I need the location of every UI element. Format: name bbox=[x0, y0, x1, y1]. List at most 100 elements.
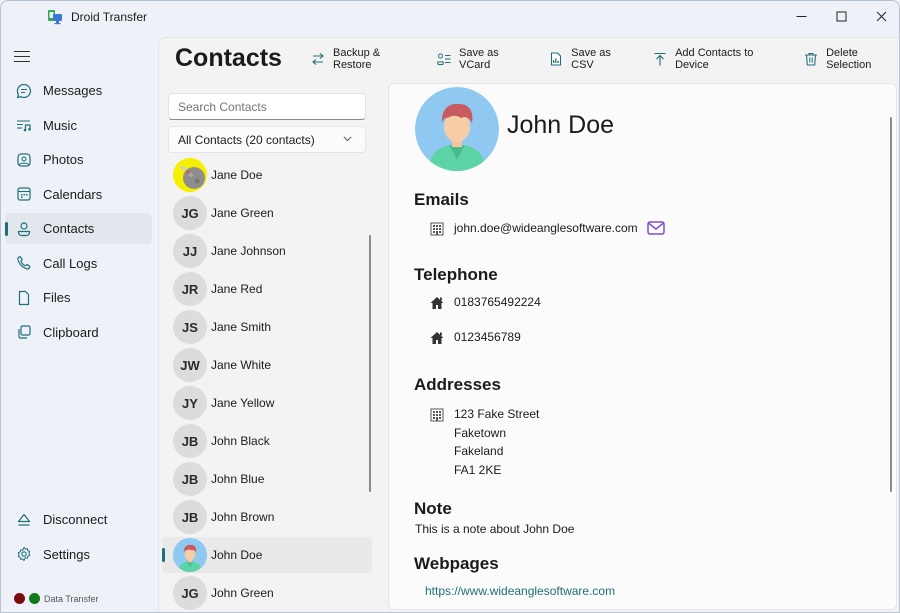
csv-file-icon bbox=[549, 52, 563, 66]
sidebar-item-messages[interactable]: Messages bbox=[5, 75, 152, 106]
contact-name: Jane Green bbox=[211, 206, 274, 220]
avatar-initials: JR bbox=[173, 272, 207, 306]
sidebar-item-calendars[interactable]: Calendars bbox=[5, 179, 152, 210]
settings-label: Settings bbox=[43, 546, 90, 562]
chevron-down-icon bbox=[343, 134, 352, 145]
filter-selected-value: All Contacts (20 contacts) bbox=[178, 132, 315, 147]
avatar-initials: JB bbox=[173, 500, 207, 534]
message-icon bbox=[14, 81, 34, 101]
phone-icon bbox=[14, 253, 34, 273]
contact-list-scrollbar[interactable] bbox=[369, 235, 371, 492]
emails-heading: Emails bbox=[414, 190, 469, 209]
phone-row: 0183765492224 bbox=[429, 295, 541, 311]
close-button[interactable] bbox=[861, 1, 899, 31]
main-panel: Contacts Backup & Restore Save as VCard … bbox=[158, 37, 899, 612]
gear-icon bbox=[14, 544, 34, 564]
detail-scrollbar[interactable] bbox=[890, 117, 892, 492]
contact-item-selected[interactable]: John Doe bbox=[162, 537, 372, 573]
minimize-button[interactable] bbox=[781, 1, 821, 31]
search-contacts-input[interactable] bbox=[168, 93, 366, 120]
address-line: Fakeland bbox=[454, 444, 504, 459]
note-heading: Note bbox=[414, 499, 452, 518]
delete-selection-button[interactable]: Delete Selection bbox=[804, 47, 899, 71]
webpage-link[interactable]: https://www.wideanglesoftware.com bbox=[425, 584, 615, 598]
avatar-photo bbox=[173, 158, 207, 192]
contact-name: Jane Doe bbox=[211, 168, 263, 182]
contact-name: John Blue bbox=[211, 472, 265, 486]
sidebar-item-clipboard[interactable]: Clipboard bbox=[5, 317, 152, 348]
save-csv-button[interactable]: Save as CSV bbox=[549, 47, 632, 71]
settings-button[interactable]: Settings bbox=[5, 539, 152, 570]
sidebar-item-label: Music bbox=[43, 117, 77, 133]
contacts-filter-dropdown[interactable]: All Contacts (20 contacts) bbox=[168, 126, 366, 153]
address-line: 123 Fake Street bbox=[454, 407, 540, 421]
avatar-initials: JY bbox=[173, 386, 207, 420]
home-icon bbox=[429, 330, 445, 346]
sidebar-item-call-logs[interactable]: Call Logs bbox=[5, 248, 152, 279]
avatar-initials: JS bbox=[173, 310, 207, 344]
save-vcard-button[interactable]: Save as VCard bbox=[437, 47, 528, 71]
avatar-initials: JG bbox=[173, 196, 207, 230]
eject-icon bbox=[14, 510, 34, 530]
maximize-button[interactable] bbox=[821, 1, 861, 31]
contact-name: Jane Red bbox=[211, 282, 263, 296]
hamburger-menu-icon[interactable] bbox=[14, 51, 30, 63]
contact-name: John Black bbox=[211, 434, 270, 448]
backup-restore-label: Backup & Restore bbox=[333, 47, 381, 71]
address-row: 123 Fake Street Faketown Fakeland FA1 2K… bbox=[429, 405, 539, 480]
home-icon bbox=[429, 295, 445, 311]
contact-item[interactable]: JW Jane White bbox=[162, 347, 372, 383]
sidebar-item-label: Files bbox=[43, 290, 71, 305]
add-contacts-button[interactable]: Add Contacts to Device bbox=[653, 47, 783, 71]
status-label: Data Transfer bbox=[44, 593, 99, 604]
vcard-icon bbox=[437, 52, 451, 66]
page-title: Contacts bbox=[175, 44, 282, 72]
contact-item[interactable]: JR Jane Red bbox=[162, 271, 372, 307]
contact-icon bbox=[14, 219, 34, 239]
sidebar-item-contacts[interactable]: Contacts bbox=[5, 213, 152, 244]
contact-item[interactable]: JJ Jane Johnson bbox=[162, 233, 372, 269]
window-title: Droid Transfer bbox=[71, 10, 148, 24]
sidebar-item-music[interactable]: Music bbox=[5, 110, 152, 141]
email-value[interactable]: john.doe@wideanglesoftware.com bbox=[454, 221, 638, 235]
sidebar-bottom: Disconnect Settings bbox=[5, 504, 152, 573]
title-bar: Droid Transfer bbox=[1, 1, 899, 33]
toolbar: Backup & Restore Save as VCard Save as C… bbox=[311, 47, 899, 71]
sidebar-item-photos[interactable]: Photos bbox=[5, 144, 152, 175]
disconnect-label: Disconnect bbox=[43, 512, 108, 527]
backup-restore-button[interactable]: Backup & Restore bbox=[311, 47, 416, 71]
contact-item[interactable]: JG Jane Green bbox=[162, 195, 372, 231]
send-email-icon[interactable] bbox=[646, 221, 665, 235]
building-icon bbox=[429, 221, 445, 237]
contact-item[interactable]: JB John Black bbox=[162, 423, 372, 459]
contact-item[interactable]: JB John Brown bbox=[162, 499, 372, 535]
sidebar-item-files[interactable]: Files bbox=[5, 282, 152, 313]
save-vcard-label: Save as VCard bbox=[459, 47, 499, 71]
app-window: Droid Transfer Messages Music Photos Cal… bbox=[0, 0, 900, 613]
avatar-person-illustration bbox=[173, 538, 207, 572]
sidebar-item-label: Contacts bbox=[43, 221, 95, 236]
contact-photo bbox=[415, 87, 499, 171]
clipboard-icon bbox=[14, 322, 34, 342]
avatar-initials: JG bbox=[173, 576, 207, 610]
address-lines: 123 Fake Street Faketown Fakeland FA1 2K… bbox=[454, 405, 539, 480]
delete-selection-label: Delete Selection bbox=[826, 47, 872, 71]
upload-arrow-icon bbox=[653, 52, 667, 66]
address-line: Faketown bbox=[454, 425, 507, 440]
contact-item[interactable]: JS Jane Smith bbox=[162, 309, 372, 345]
contact-item[interactable]: JG John Green bbox=[162, 575, 372, 611]
phone-value[interactable]: 0123456789 bbox=[454, 330, 521, 344]
phone-value[interactable]: 0183765492224 bbox=[454, 295, 541, 309]
contact-name: John Brown bbox=[211, 510, 275, 524]
contact-item[interactable]: Jane Doe bbox=[162, 157, 372, 193]
contact-item[interactable]: JY Jane Yellow bbox=[162, 385, 372, 421]
contact-item[interactable]: JB John Blue bbox=[162, 461, 372, 497]
disconnect-button[interactable]: Disconnect bbox=[5, 504, 152, 535]
email-row: john.doe@wideanglesoftware.com bbox=[429, 221, 665, 237]
music-icon bbox=[14, 115, 34, 135]
avatar-initials: JB bbox=[173, 424, 207, 458]
avatar-initials: JJ bbox=[173, 234, 207, 268]
avatar-initials: JW bbox=[173, 348, 207, 382]
sidebar-item-label: Messages bbox=[43, 83, 103, 98]
webpages-heading: Webpages bbox=[414, 554, 499, 573]
